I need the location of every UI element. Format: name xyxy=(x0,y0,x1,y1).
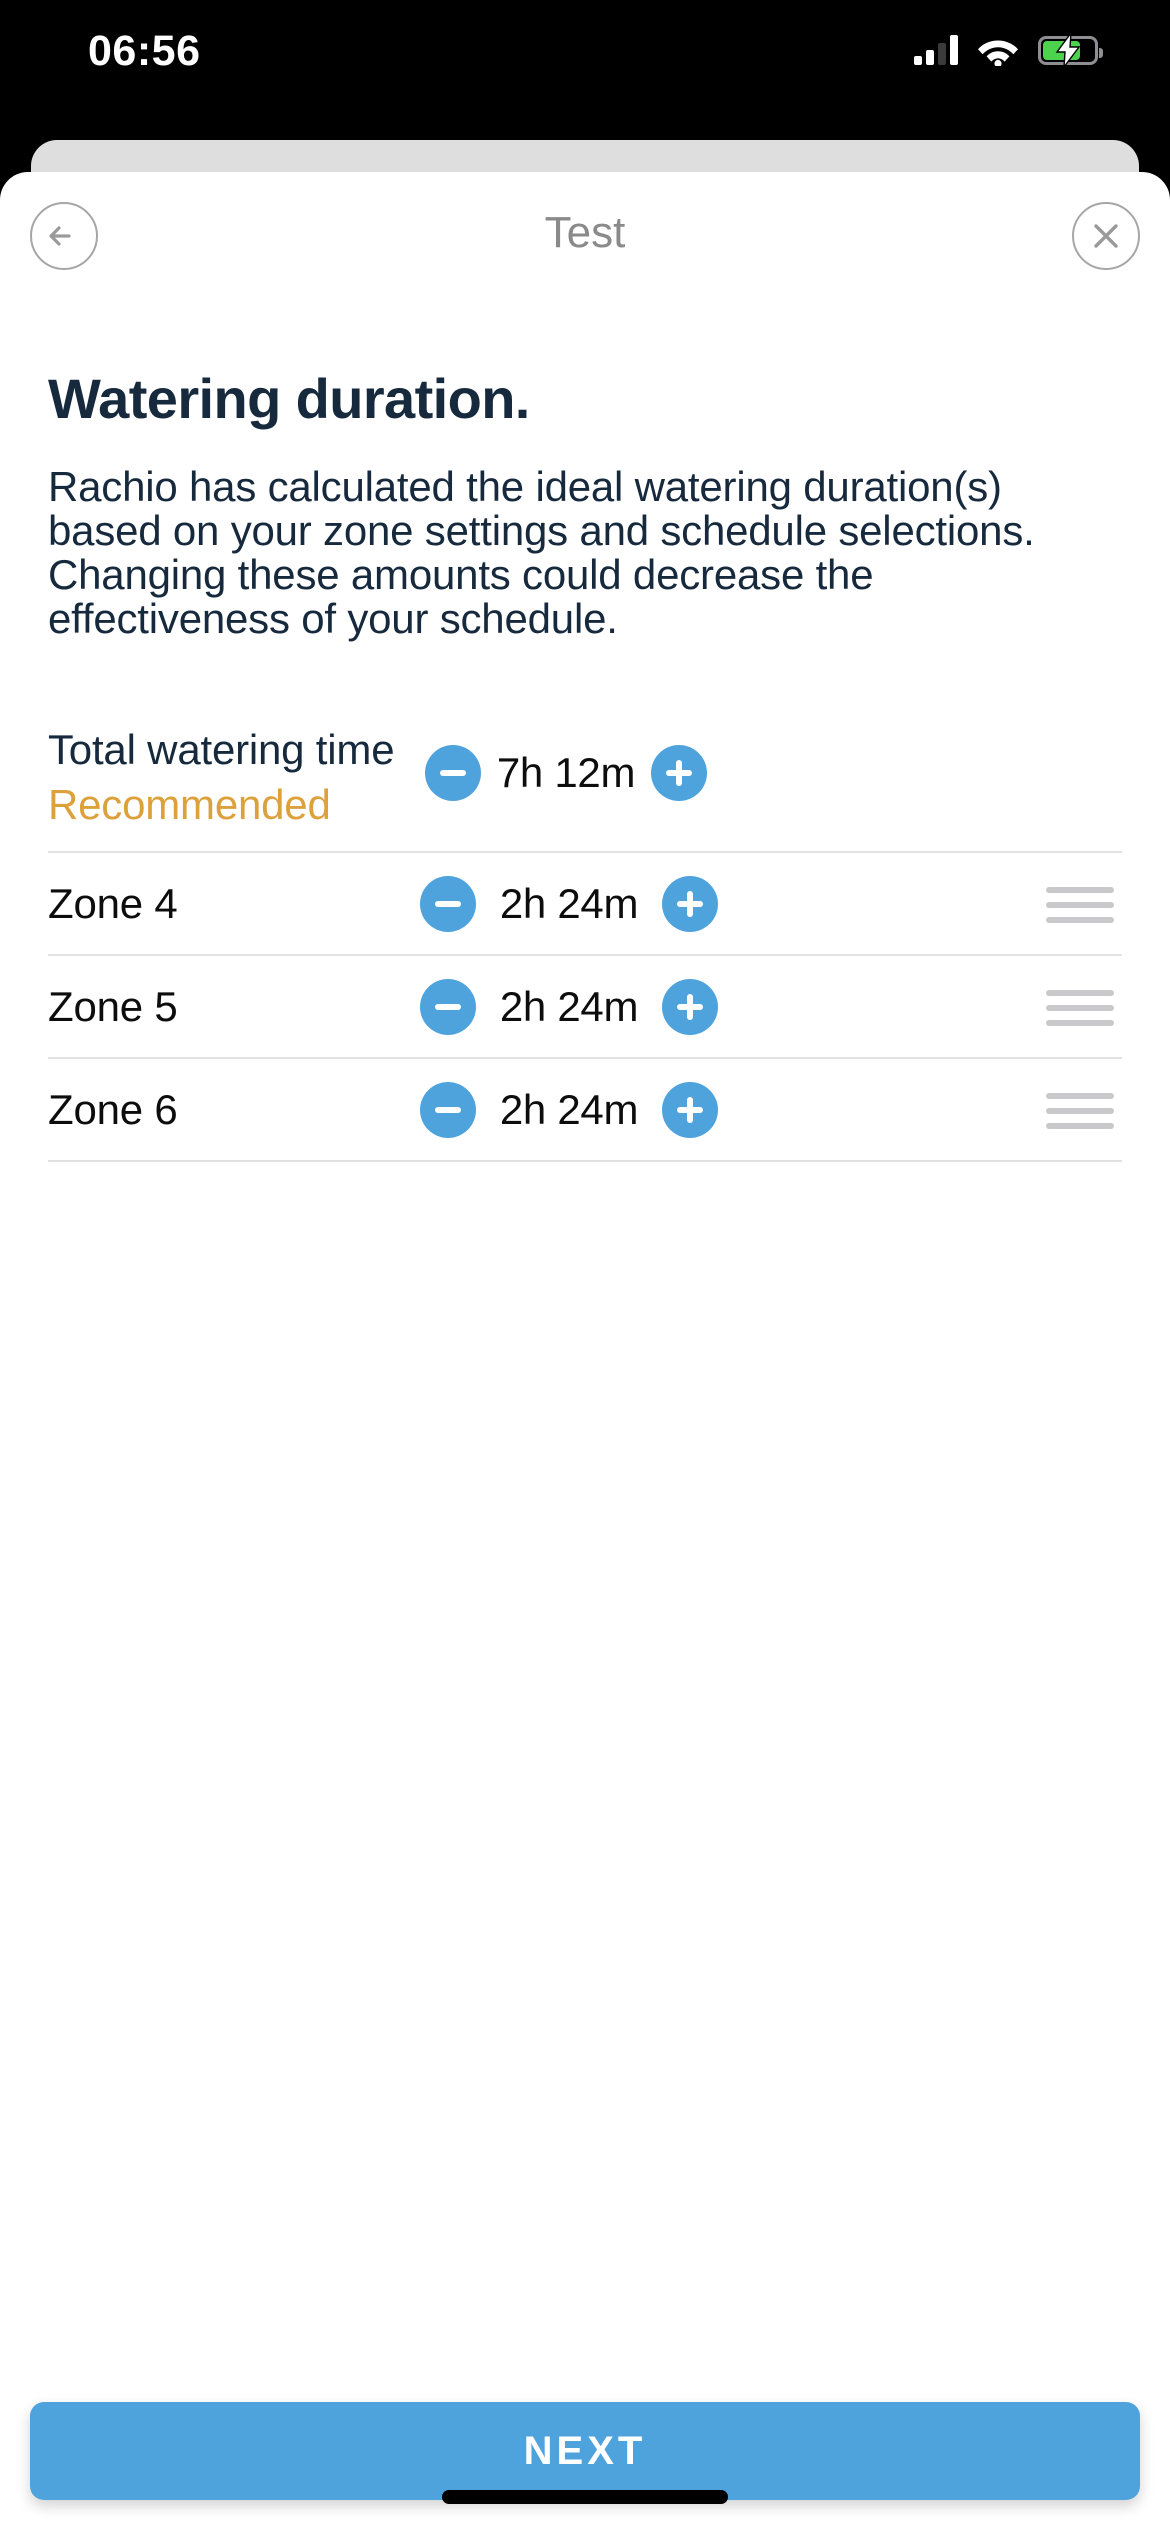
minus-icon xyxy=(435,1107,461,1114)
zone-value: 2h 24m xyxy=(499,880,639,928)
zone-stepper: 2h 24m xyxy=(420,876,718,933)
phone-screen: 06:56 Test Watering duration. Rachio has… xyxy=(0,0,1170,2532)
modal-sheet: Test Watering duration. Rachio has calcu… xyxy=(0,172,1170,2532)
zone-row-labels: Zone 5 xyxy=(48,982,408,1030)
plus-icon-vertical xyxy=(687,994,693,1021)
table-row: Zone 6 2h 24m xyxy=(48,1059,1122,1163)
close-button[interactable] xyxy=(1072,202,1140,270)
zone-decrement-button[interactable] xyxy=(420,1082,476,1139)
total-value: 7h 12m xyxy=(496,749,636,797)
next-button[interactable]: NEXT xyxy=(30,2402,1140,2500)
zone-decrement-button[interactable] xyxy=(420,876,476,933)
zone-increment-button[interactable] xyxy=(662,1082,718,1139)
zone-stepper: 2h 24m xyxy=(420,1082,718,1139)
battery-charging-icon xyxy=(1038,33,1103,67)
zone-label: Zone 5 xyxy=(48,982,178,1030)
zone-label: Zone 6 xyxy=(48,1085,178,1133)
drag-handle-icon[interactable] xyxy=(1046,990,1114,1027)
total-row-label: Total watering time xyxy=(48,726,395,774)
charging-bolt-icon xyxy=(1055,33,1081,67)
table-row: Zone 4 2h 24m xyxy=(48,853,1122,957)
plus-icon-vertical xyxy=(687,1097,693,1124)
minus-icon xyxy=(435,901,461,908)
zone-stepper: 2h 24m xyxy=(420,979,718,1036)
total-stepper: 7h 12m xyxy=(425,745,707,802)
close-icon xyxy=(1094,224,1118,248)
minus-icon xyxy=(435,1004,461,1011)
total-increment-button[interactable] xyxy=(651,745,707,802)
zone-value: 2h 24m xyxy=(499,1086,639,1134)
zone-row-labels: Zone 6 xyxy=(48,1085,408,1133)
wifi-icon xyxy=(978,40,1018,66)
total-row-labels: Total watering time Recommended xyxy=(48,729,408,826)
home-indicator xyxy=(442,2490,728,2504)
zone-increment-button[interactable] xyxy=(662,979,718,1036)
status-bar-time: 06:56 xyxy=(88,27,201,75)
minus-icon xyxy=(440,770,466,777)
section-heading: Watering duration. xyxy=(48,367,530,430)
duration-list: Total watering time Recommended 7h 12m Z… xyxy=(48,719,1122,1163)
drag-handle-icon[interactable] xyxy=(1046,887,1114,924)
cellular-signal-icon xyxy=(914,35,958,65)
zone-label: Zone 4 xyxy=(48,879,178,927)
section-description: Rachio has calculated the ideal watering… xyxy=(48,463,1035,643)
nav-bar: Test xyxy=(0,172,1170,300)
content-area: Watering duration. Rachio has calculated… xyxy=(0,366,1170,1163)
status-bar-icons xyxy=(914,30,1103,70)
drag-handle-icon[interactable] xyxy=(1046,1093,1114,1130)
recommended-badge: Recommended xyxy=(48,781,331,829)
plus-icon-vertical xyxy=(676,760,682,787)
zone-decrement-button[interactable] xyxy=(420,979,476,1036)
zone-row-labels: Zone 4 xyxy=(48,879,408,927)
zone-value: 2h 24m xyxy=(499,983,639,1031)
plus-icon-vertical xyxy=(687,891,693,918)
status-bar: 06:56 xyxy=(0,0,1170,150)
zone-increment-button[interactable] xyxy=(662,876,718,933)
table-row: Zone 5 2h 24m xyxy=(48,956,1122,1060)
page-title: Test xyxy=(544,208,626,257)
total-decrement-button[interactable] xyxy=(425,745,481,802)
total-watering-time-row: Total watering time Recommended 7h 12m xyxy=(48,719,1122,854)
